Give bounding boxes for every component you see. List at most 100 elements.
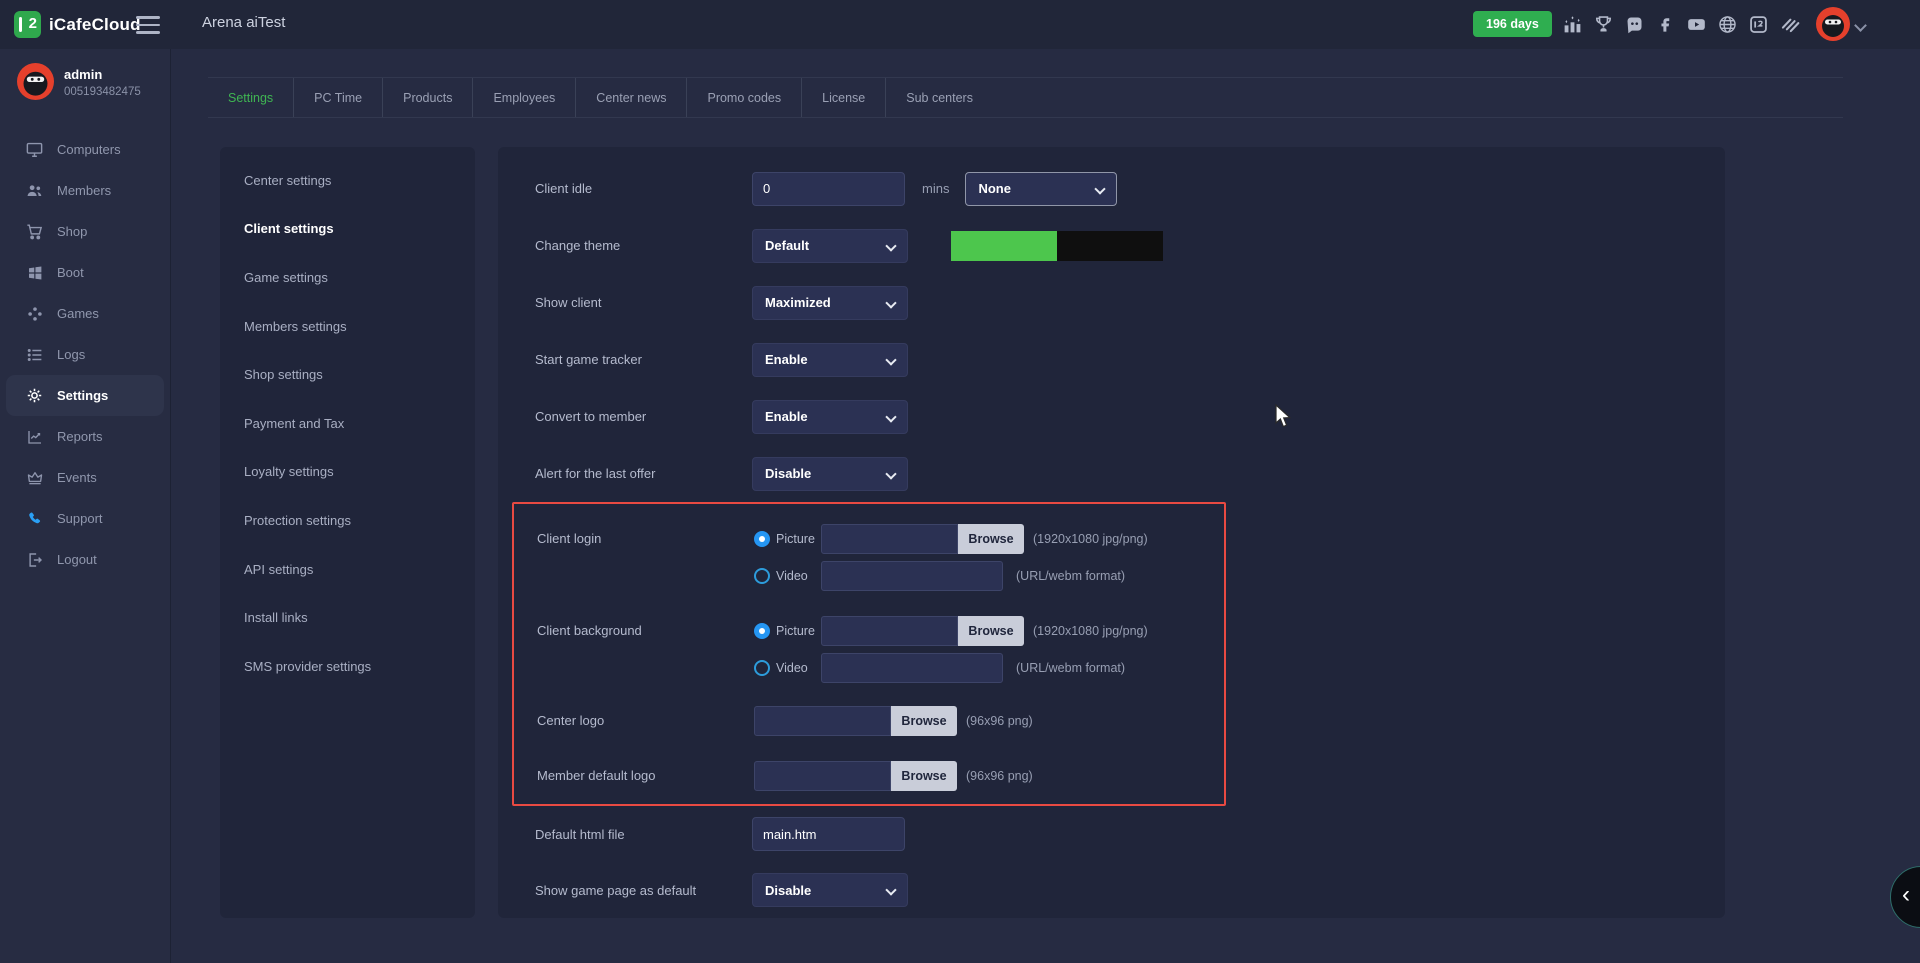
youtube-icon[interactable] xyxy=(1686,14,1707,35)
show-client-select[interactable]: Maximized xyxy=(752,286,908,320)
show-client-label: Show client xyxy=(535,295,752,310)
tab-sub-centers[interactable]: Sub centers xyxy=(886,78,993,117)
tab-promo-codes[interactable]: Promo codes xyxy=(687,78,802,117)
tab-pc-time[interactable]: PC Time xyxy=(294,78,383,117)
client-background-video-radio[interactable] xyxy=(754,660,770,676)
trophy-icon[interactable] xyxy=(1593,14,1614,35)
convert-to-member-select[interactable]: Enable xyxy=(752,400,908,434)
sidebar-item-boot[interactable]: Boot xyxy=(0,252,170,293)
client-login-video-input[interactable] xyxy=(821,561,1003,591)
client-login-picture-radio-label: Picture xyxy=(776,532,821,546)
icafecloud-mark-icon[interactable] xyxy=(1748,14,1769,35)
start-game-tracker-label: Start game tracker xyxy=(535,352,752,367)
member-default-logo-browse-button[interactable]: Browse xyxy=(891,761,957,791)
sidebar-item-computers[interactable]: Computers xyxy=(0,129,170,170)
client-idle-action-select[interactable]: None xyxy=(965,172,1117,206)
client-background-video-input[interactable] xyxy=(821,653,1003,683)
tab-products[interactable]: Products xyxy=(383,78,473,117)
row-client-login-picture: Client login Picture Browse (1920x1080 j… xyxy=(537,520,1224,557)
nav-center-settings[interactable]: Center settings xyxy=(220,156,475,205)
nav-install-links[interactable]: Install links xyxy=(220,593,475,642)
client-idle-input[interactable] xyxy=(752,172,905,206)
default-html-file-input[interactable] xyxy=(752,817,905,851)
row-start-game-tracker: Start game tracker Enable xyxy=(535,331,1725,388)
center-logo-input[interactable] xyxy=(754,706,891,736)
user-menu-chevron-icon[interactable] xyxy=(1854,19,1867,32)
nav-client-settings[interactable]: Client settings xyxy=(220,205,475,254)
nav-protection-settings[interactable]: Protection settings xyxy=(220,496,475,545)
row-client-background-video: Video (URL/webm format) xyxy=(537,649,1224,686)
chevron-down-icon xyxy=(885,468,896,479)
nav-loyalty-settings[interactable]: Loyalty settings xyxy=(220,448,475,497)
license-days-badge[interactable]: 196 days xyxy=(1473,11,1552,37)
chevron-down-icon xyxy=(885,884,896,895)
sidebar-item-logout[interactable]: Logout xyxy=(0,539,170,580)
tab-employees[interactable]: Employees xyxy=(473,78,576,117)
sidebar-item-events[interactable]: Events xyxy=(0,457,170,498)
change-theme-label: Change theme xyxy=(535,238,752,253)
default-html-file-label: Default html file xyxy=(535,827,752,842)
client-background-picture-input[interactable] xyxy=(821,616,958,646)
leaderboard-icon[interactable] xyxy=(1562,14,1583,35)
sidebar-item-games[interactable]: Games xyxy=(0,293,170,334)
center-logo-browse-button[interactable]: Browse xyxy=(891,706,957,736)
member-default-logo-label: Member default logo xyxy=(537,768,754,783)
nav-sms-provider-settings[interactable]: SMS provider settings xyxy=(220,642,475,691)
sidebar-item-reports[interactable]: Reports xyxy=(0,416,170,457)
member-default-logo-input[interactable] xyxy=(754,761,891,791)
client-login-video-radio[interactable] xyxy=(754,568,770,584)
sidebar: admin 005193482475 Computers Members xyxy=(0,49,171,963)
sidebar-item-logs[interactable]: Logs xyxy=(0,334,170,375)
facebook-icon[interactable] xyxy=(1655,14,1676,35)
convert-to-member-label: Convert to member xyxy=(535,409,752,424)
tab-settings[interactable]: Settings xyxy=(208,78,294,117)
sidebar-item-members[interactable]: Members xyxy=(0,170,170,211)
sidebar-user[interactable]: admin 005193482475 xyxy=(0,49,170,115)
member-default-logo-hint: (96x96 png) xyxy=(966,769,1033,783)
client-background-picture-radio-label: Picture xyxy=(776,624,821,638)
chevron-down-icon xyxy=(885,411,896,422)
change-theme-select[interactable]: Default xyxy=(752,229,908,263)
discord-icon[interactable] xyxy=(1624,14,1645,35)
user-avatar[interactable] xyxy=(1816,7,1850,41)
client-login-picture-input[interactable] xyxy=(821,524,958,554)
members-icon xyxy=(25,181,44,200)
sidebar-item-support[interactable]: Support xyxy=(0,498,170,539)
alert-last-offer-select[interactable]: Disable xyxy=(752,457,908,491)
client-login-picture-browse-button[interactable]: Browse xyxy=(958,524,1024,554)
sidebar-item-shop[interactable]: Shop xyxy=(0,211,170,252)
globe-icon[interactable] xyxy=(1717,14,1738,35)
start-game-tracker-select[interactable]: Enable xyxy=(752,343,908,377)
show-game-page-select[interactable]: Disable xyxy=(752,873,908,907)
chart-icon xyxy=(25,427,44,446)
nav-payment-and-tax[interactable]: Payment and Tax xyxy=(220,399,475,448)
tab-license[interactable]: License xyxy=(802,78,886,117)
client-settings-form: Client idle mins None Change theme Defau… xyxy=(498,147,1725,918)
nav-shop-settings[interactable]: Shop settings xyxy=(220,350,475,399)
layers-icon[interactable] xyxy=(1779,14,1800,35)
row-member-default-logo: Member default logo Browse (96x96 png) xyxy=(537,757,1224,794)
chevron-down-icon xyxy=(885,354,896,365)
app-logo[interactable]: 2 iCafeCloud xyxy=(14,11,141,38)
row-change-theme: Change theme Default xyxy=(535,217,1725,274)
client-background-picture-browse-button[interactable]: Browse xyxy=(958,616,1024,646)
edge-collapse-handle[interactable]: ‹ xyxy=(1890,866,1920,928)
nav-api-settings[interactable]: API settings xyxy=(220,545,475,594)
row-show-game-page: Show game page as default Disable xyxy=(535,862,1725,918)
tab-center-news[interactable]: Center news xyxy=(576,78,687,117)
menu-toggle-icon[interactable] xyxy=(136,16,160,34)
chevron-down-icon xyxy=(885,240,896,251)
center-logo-label: Center logo xyxy=(537,713,754,728)
theme-color-preview xyxy=(951,231,1163,261)
nav-members-settings[interactable]: Members settings xyxy=(220,302,475,351)
sidebar-item-settings[interactable]: Settings xyxy=(6,375,164,416)
center-logo-hint: (96x96 png) xyxy=(966,714,1033,728)
sidebar-avatar xyxy=(17,63,54,100)
row-client-idle: Client idle mins None xyxy=(535,160,1725,217)
client-background-picture-radio[interactable] xyxy=(754,623,770,639)
nav-game-settings[interactable]: Game settings xyxy=(220,253,475,302)
theme-green-swatch xyxy=(951,231,1057,261)
center-tabs: Settings PC Time Products Employees Cent… xyxy=(208,77,1843,118)
client-login-picture-radio[interactable] xyxy=(754,531,770,547)
client-idle-label: Client idle xyxy=(535,181,752,196)
